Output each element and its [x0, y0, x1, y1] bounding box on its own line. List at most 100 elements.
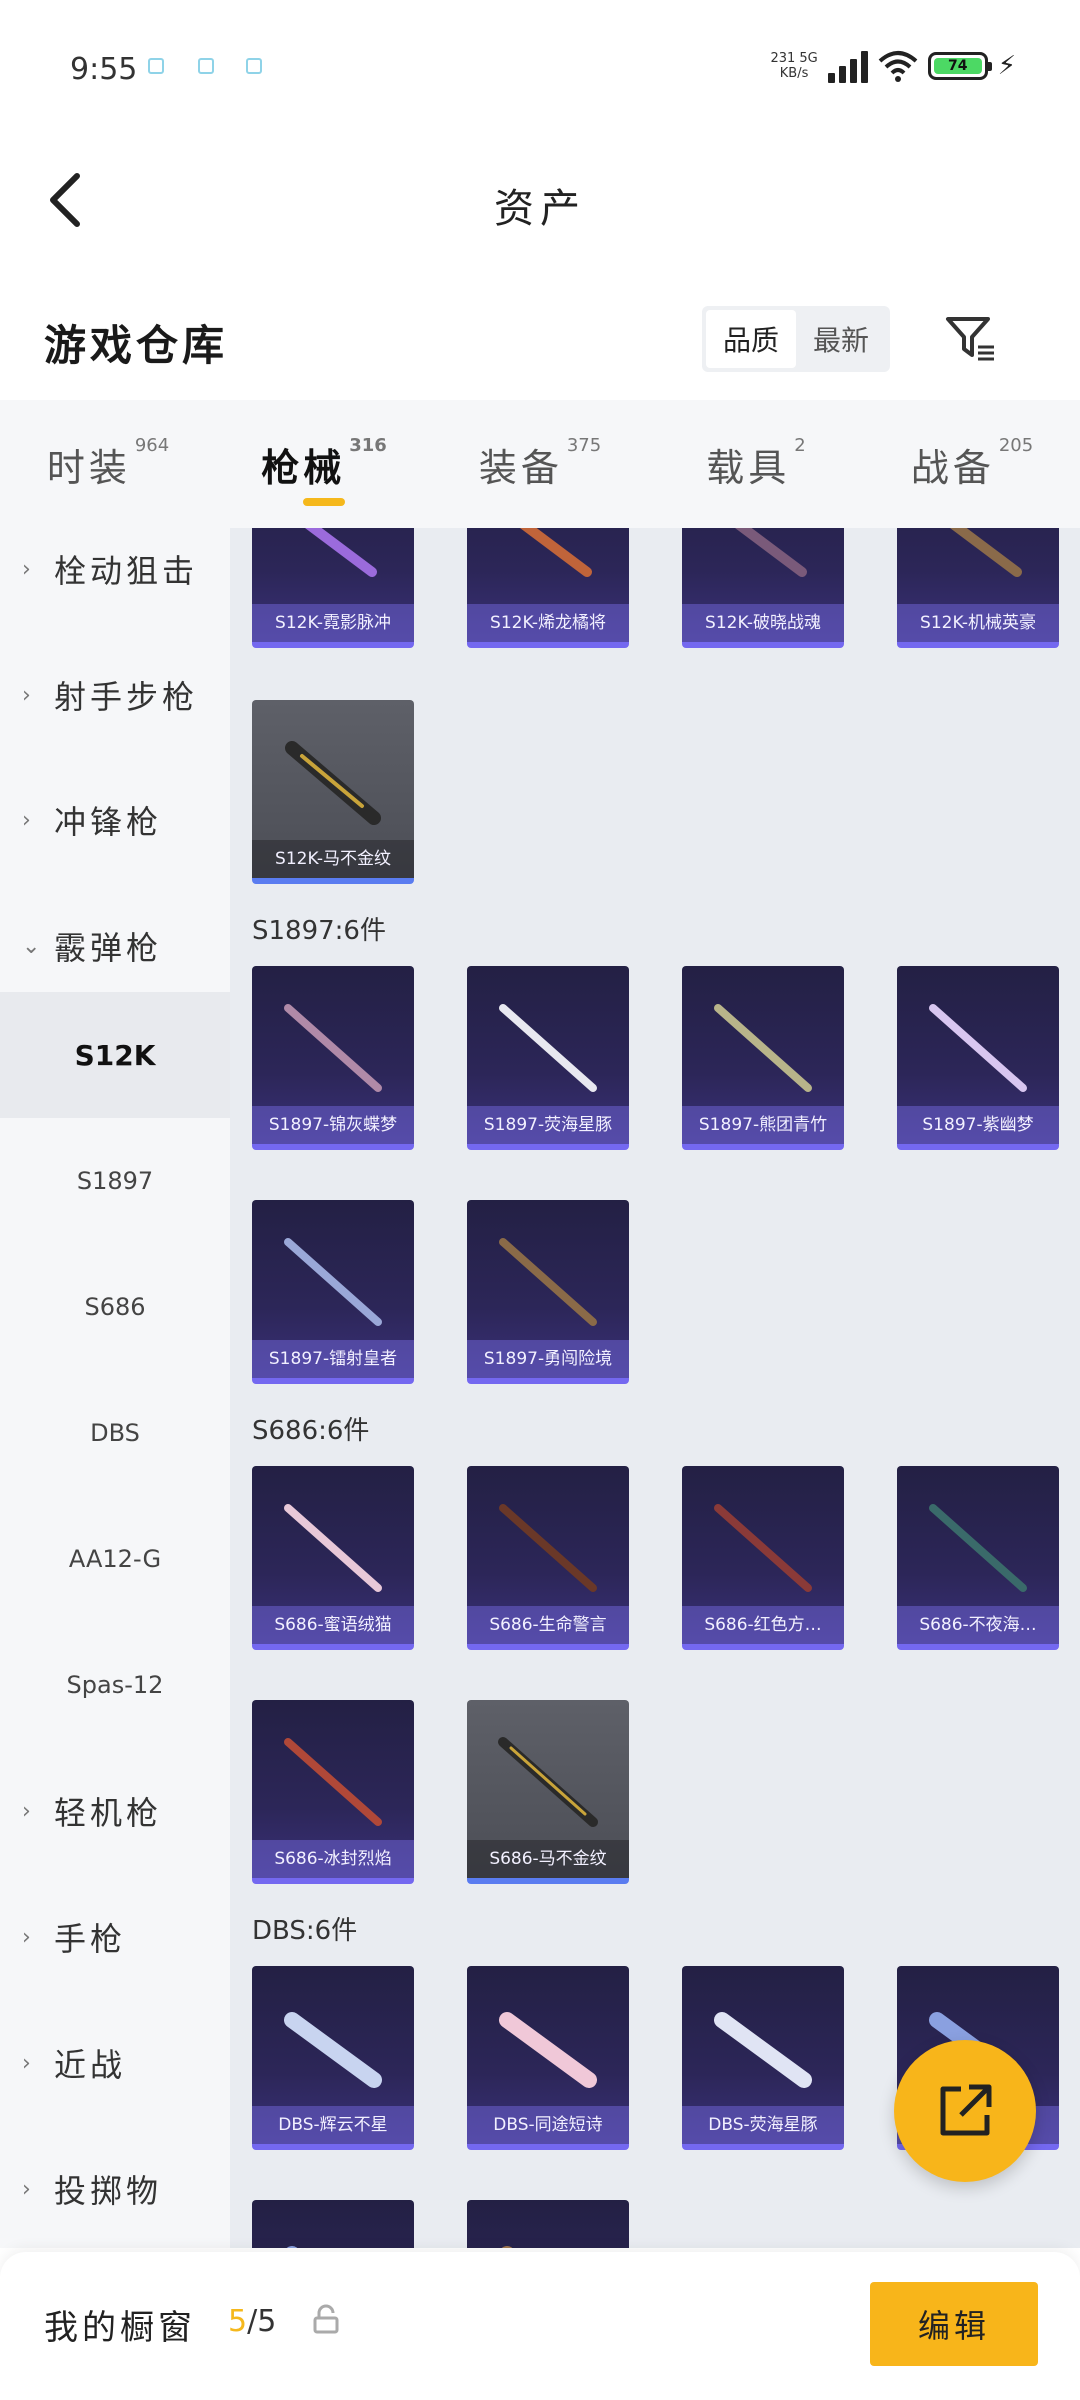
skin-card[interactable]: S12K-霓影脉冲 [252, 528, 414, 648]
sidebar-item-label: 冲锋枪 [54, 803, 163, 841]
sidebar-item-pistol[interactable]: › 手枪 [0, 1874, 230, 2000]
sidebar-item-s1897[interactable]: S1897 [0, 1118, 230, 1244]
sidebar-item-label: S1897 [76, 1167, 154, 1195]
skin-card[interactable]: S1897-荧海星豚 [467, 966, 629, 1150]
skin-card[interactable]: S12K-机械英豪 [897, 528, 1059, 648]
skin-card[interactable]: S12K-马不金纹 [252, 700, 414, 884]
sidebar-item-label: DBS [90, 1419, 140, 1447]
warehouse-header: 游戏仓库 品质 最新 [0, 290, 1080, 390]
sidebar-item-smg[interactable]: › 冲锋枪 [0, 757, 230, 883]
skin-card[interactable]: S686-生命警言 [467, 1466, 629, 1650]
skin-card-label: S686-生命警言 [467, 1606, 629, 1644]
section-header: DBS:6件 [252, 1916, 358, 1946]
skin-card[interactable] [467, 2200, 629, 2248]
sidebar-item-throwable[interactable]: › 投掷物 [0, 2126, 230, 2248]
skin-card[interactable]: DBS-荧海星豚 [682, 1966, 844, 2150]
page-title: 资产 [494, 186, 586, 232]
edit-button[interactable]: 编辑 [870, 2282, 1038, 2366]
sidebar-item-label: 近战 [54, 2046, 127, 2084]
skin-card[interactable]: S1897-熊团青竹 [682, 966, 844, 1150]
skin-card-label: DBS-荧海星豚 [682, 2106, 844, 2144]
skin-card[interactable]: S1897-锦灰蝶梦 [252, 966, 414, 1150]
sidebar-item-label: 栓动狙击 [54, 552, 199, 590]
skin-card-label: S12K-霓影脉冲 [252, 604, 414, 642]
chevron-right-icon: › [22, 1798, 31, 1824]
skin-card-label: DBS-同途短诗 [467, 2106, 629, 2144]
share-button[interactable] [894, 2040, 1036, 2182]
skin-card[interactable]: S686-不夜海… [897, 1466, 1059, 1650]
gun-skin-image [305, 528, 377, 577]
skin-card-label: S1897-镭射皇者 [252, 1340, 414, 1378]
lock-icon [313, 2304, 339, 2334]
sidebar-item-marksman[interactable]: › 射手步枪 [0, 632, 230, 758]
skin-card[interactable]: DBS-同途短诗 [467, 1966, 629, 2150]
signal-icon [827, 49, 868, 83]
tab-firearms[interactable]: 枪械 316 [216, 400, 432, 528]
gun-skin-image [284, 1504, 382, 1592]
gun-skin-image [929, 1004, 1027, 1092]
notification-icon [198, 58, 214, 74]
tab-supplies[interactable]: 战备 205 [864, 400, 1080, 528]
battery-icon: 74 [927, 52, 992, 80]
title-bar: 资产 [0, 140, 1080, 260]
skin-card-label: S1897-紫幽梦 [897, 1106, 1059, 1144]
net-speed-unit: KB/s [779, 66, 809, 81]
skin-card[interactable]: S686-红色方… [682, 1466, 844, 1650]
sidebar-item-s686[interactable]: S686 [0, 1244, 230, 1370]
wifi-icon [878, 51, 918, 82]
sidebar-item-lmg[interactable]: › 轻机枪 [0, 1748, 230, 1874]
gun-skin-image [499, 2012, 597, 2088]
gun-skin-image [714, 1504, 812, 1592]
status-time: 9:55 [70, 52, 138, 87]
tab-label: 枪械 [261, 445, 346, 490]
showcase-count: 5/5 [228, 2304, 276, 2339]
tab-label: 载具 [706, 445, 791, 490]
filter-button[interactable] [940, 304, 1000, 374]
sidebar-item-melee[interactable]: › 近战 [0, 2000, 230, 2126]
sort-quality-button[interactable]: 品质 [706, 310, 796, 368]
sort-newest-button[interactable]: 最新 [796, 310, 886, 368]
tab-fashion[interactable]: 时装 964 [0, 400, 216, 528]
weapon-type-sidebar: › 栓动狙击 › 射手步枪 › 冲锋枪 ⌄ 霰弹枪 S12K S1897 S686 DB… [0, 528, 230, 2248]
skin-card[interactable]: S12K-烯龙橘将 [467, 528, 629, 648]
skin-card[interactable]: DBS-辉云不星 [252, 1966, 414, 2150]
skin-card-label: S686-红色方… [682, 1606, 844, 1644]
sidebar-item-s12k[interactable]: S12K [0, 992, 230, 1118]
chevron-right-icon: › [22, 2176, 31, 2202]
skin-card[interactable]: S686-蜜语绒猫 [252, 1466, 414, 1650]
tab-count: 2 [794, 434, 806, 456]
skin-card[interactable] [252, 2200, 414, 2248]
skin-card[interactable]: S686-马不金纹 [467, 1700, 629, 1884]
sidebar-item-bolt-action[interactable]: › 栓动狙击 [0, 528, 230, 632]
skin-card-label: S1897-熊团青竹 [682, 1106, 844, 1144]
gun-skin-image [499, 1504, 597, 1592]
skin-card[interactable]: S1897-紫幽梦 [897, 966, 1059, 1150]
skin-card-label: DBS-辉云不星 [252, 2106, 414, 2144]
sort-toggle: 品质 最新 [702, 306, 890, 372]
sidebar-item-label: S686 [84, 1293, 146, 1321]
sidebar-item-dbs[interactable]: DBS [0, 1370, 230, 1496]
tab-count: 375 [566, 434, 602, 456]
skin-card-label: S12K-破晓战魂 [682, 604, 844, 642]
sidebar-item-aa12g[interactable]: AA12-G [0, 1496, 230, 1622]
showcase-title: 我的橱窗 [44, 2308, 196, 2348]
tab-vehicles[interactable]: 载具 2 [648, 400, 864, 528]
gun-skin-image [498, 1737, 598, 1827]
item-grid: S12K-霓影脉冲 S12K-烯龙橘将 S12K-破晓战魂 S12K-机械英豪 … [230, 528, 1080, 2248]
sidebar-item-spas12[interactable]: Spas-12 [0, 1622, 230, 1748]
gun-skin-image [284, 1238, 382, 1326]
skin-card-label: S686-蜜语绒猫 [252, 1606, 414, 1644]
skin-card-label: S686-马不金纹 [467, 1840, 629, 1878]
tab-equipment[interactable]: 装备 375 [432, 400, 648, 528]
skin-card[interactable]: S1897-镭射皇者 [252, 1200, 414, 1384]
chevron-right-icon: › [22, 2050, 31, 2076]
sidebar-item-shotgun[interactable]: ⌄ 霰弹枪 [0, 883, 230, 1009]
gun-skin-image [520, 528, 592, 577]
sidebar-item-label: 霰弹枪 [54, 929, 163, 967]
skin-card[interactable]: S12K-破晓战魂 [682, 528, 844, 648]
skin-card[interactable]: S1897-勇闯险境 [467, 1200, 629, 1384]
gun-skin-image [499, 1004, 597, 1092]
sidebar-item-label: 手枪 [54, 1920, 127, 1958]
skin-card[interactable]: S686-冰封烈焰 [252, 1700, 414, 1884]
filter-icon [946, 317, 994, 361]
